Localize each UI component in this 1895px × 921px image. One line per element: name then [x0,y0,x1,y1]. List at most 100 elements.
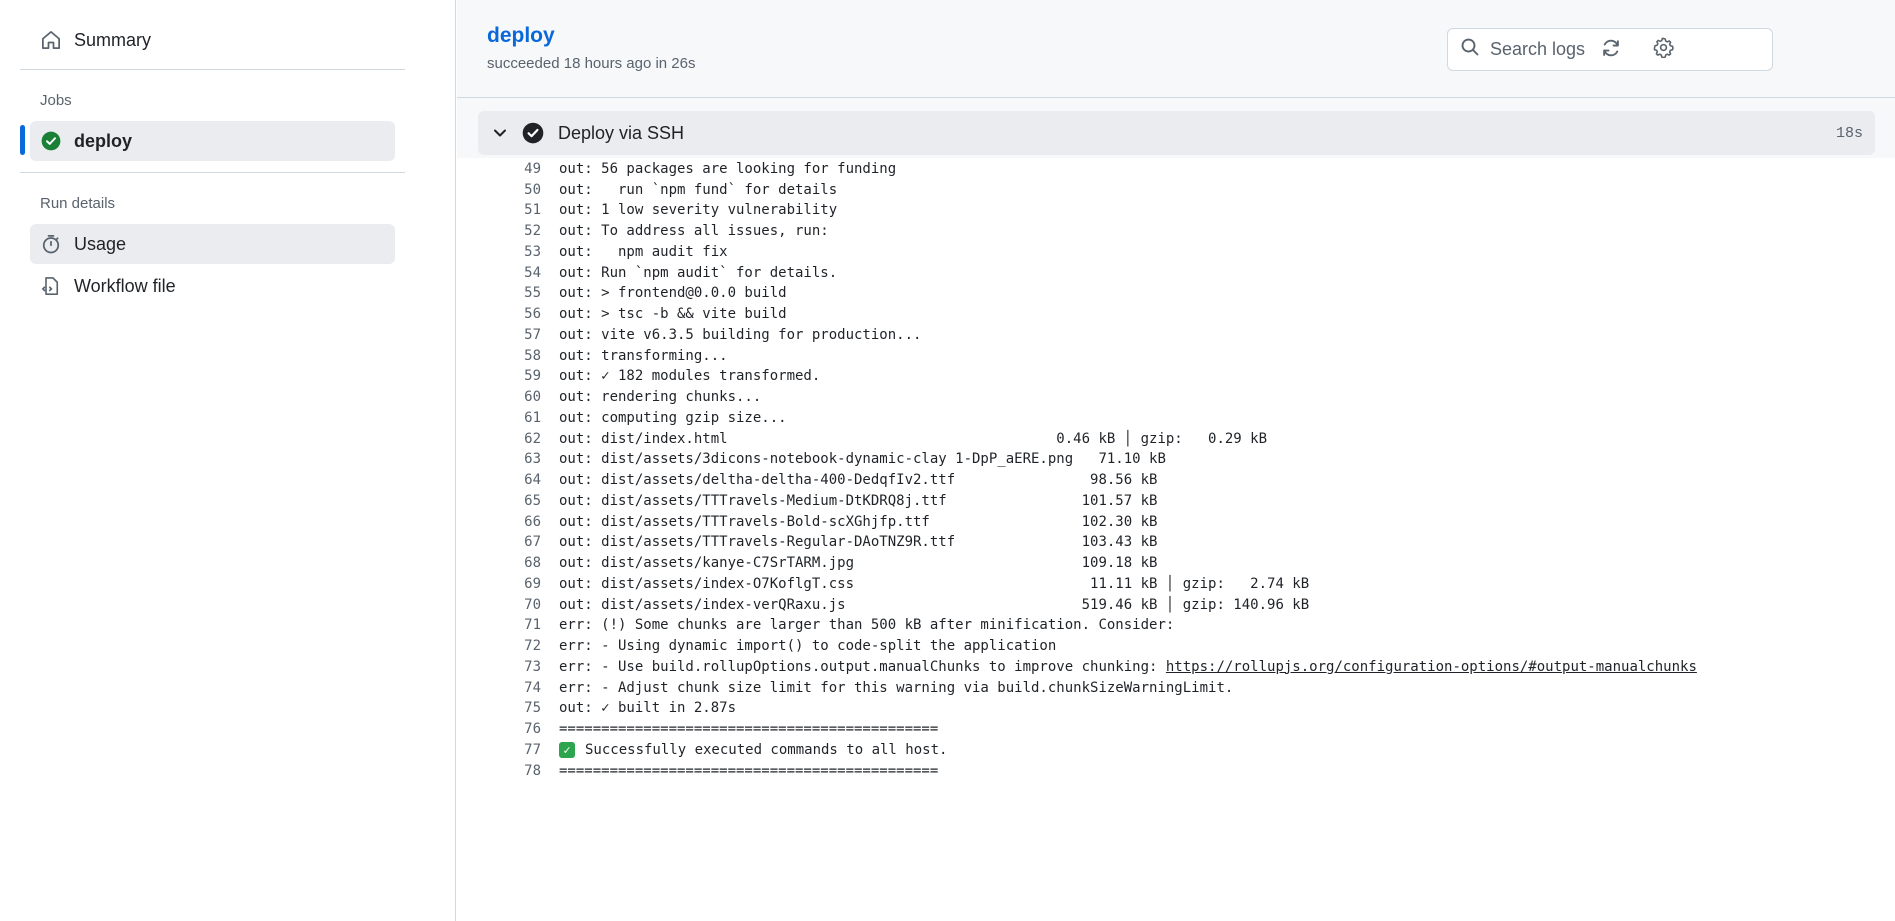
log-text: err: - Use build.rollupOptions.output.ma… [559,659,1697,675]
line-number[interactable]: 57 [457,327,541,343]
check-mark-icon: ✓ [559,741,575,758]
log-text: out: dist/assets/TTTravels-Medium-DtKDRQ… [559,493,1157,509]
sidebar-item-label: Usage [74,233,127,254]
line-number[interactable]: 62 [457,431,541,447]
sidebar: Summary Jobs deploy Run details Usage Wo… [0,0,456,921]
file-code-icon [40,275,62,297]
log-text-content: out: 56 packages are looking for funding [559,160,897,177]
log-text: out: dist/assets/kanye-C7SrTARM.jpg 109.… [559,555,1157,571]
step-header[interactable]: Deploy via SSH 18s [478,111,1875,155]
line-number[interactable]: 60 [457,389,541,405]
sidebar-item-label: deploy [74,130,133,151]
log-text-content: out: > tsc -b && vite build [559,306,787,322]
log-text: out: run `npm fund` for details [559,182,837,198]
line-number[interactable]: 54 [457,265,541,281]
log-text-content: out: dist/assets/TTTravels-Medium-DtKDRQ… [559,492,1158,509]
sidebar-item-deploy[interactable]: deploy [30,121,395,161]
line-number[interactable]: 75 [457,700,541,716]
settings-button[interactable] [1648,35,1678,65]
line-number[interactable]: 67 [457,534,541,550]
log-text: ========================================… [559,763,938,779]
log-text: out: dist/assets/index-O7KoflgT.css 11.1… [559,576,1309,592]
sidebar-item-label: Workflow file [74,275,176,296]
sidebar-item-label: Summary [74,29,152,50]
home-icon [40,29,62,51]
divider [20,172,405,173]
line-number[interactable]: 65 [457,493,541,509]
log-text-content: out: dist/assets/deltha-deltha-400-Dedqf… [559,472,1158,488]
step-duration: 18s [1835,124,1863,142]
log-text: out: npm audit fix [559,244,728,260]
log-text-content: out: run `npm fund` for details [559,181,838,198]
line-number[interactable]: 55 [457,285,541,301]
line-number[interactable]: 76 [457,721,541,737]
line-number[interactable]: 56 [457,306,541,322]
sidebar-item-usage[interactable]: Usage [30,224,395,264]
log-text: out: 1 low severity vulnerability [559,202,837,218]
line-number[interactable]: 72 [457,638,541,654]
line-number[interactable]: 49 [457,161,541,177]
log-text-content: err: - Using dynamic import() to code-sp… [559,638,1057,654]
line-number[interactable]: 73 [457,659,541,675]
log-text-content: out: To address all issues, run: [559,223,829,239]
log-text-content: out: dist/assets/index-verQRaxu.js 519.4… [559,596,1310,613]
log-text: out: dist/assets/3dicons-notebook-dynami… [559,451,1166,467]
log-text: out: vite v6.3.5 building for production… [559,327,921,343]
log-text-content: ========================================… [559,721,939,737]
line-number[interactable]: 61 [457,410,541,426]
line-number[interactable]: 52 [457,223,541,239]
log-text-content: out: rendering chunks... [559,389,762,405]
line-number[interactable]: 68 [457,555,541,571]
log-text: err: - Adjust chunk size limit for this … [559,680,1233,696]
sidebar-item-workflow-file[interactable]: Workflow file [30,266,395,306]
line-number[interactable]: 58 [457,348,541,364]
log-text: out: To address all issues, run: [559,223,829,239]
line-number[interactable]: 64 [457,472,541,488]
check-circle-icon [40,130,62,152]
log-text-content: out: dist/index.html 0.46 kB │ gzip: 0.2… [559,430,1268,447]
log-text: out: computing gzip size... [559,410,787,426]
log-text-content: out: dist/assets/TTTravels-Bold-scXGhjfp… [559,513,1158,530]
line-number[interactable]: 77 [457,742,541,758]
main-panel: deploy succeeded 18 hours ago in 26s Dep… [457,0,1895,921]
stopwatch-icon [40,233,62,255]
line-number[interactable]: 78 [457,763,541,779]
log-text: err: (!) Some chunks are larger than 500… [559,617,1174,633]
line-number[interactable]: 50 [457,182,541,198]
divider [20,69,405,70]
log-text-content: out: computing gzip size... [559,409,787,426]
run-details-heading: Run details [40,195,116,212]
sidebar-item-summary[interactable]: Summary [30,20,395,60]
log-text: out: > frontend@0.0.0 build [559,285,787,301]
line-number[interactable]: 59 [457,368,541,384]
chevron-down-icon[interactable] [490,123,510,148]
line-number[interactable]: 53 [457,244,541,260]
line-number[interactable]: 51 [457,202,541,218]
log-text-content: out: > frontend@0.0.0 build [559,285,787,302]
line-number[interactable]: 71 [457,617,541,633]
line-number[interactable]: 70 [457,597,541,613]
line-number[interactable]: 66 [457,514,541,530]
refresh-button[interactable] [1596,35,1626,65]
log-text: out: > tsc -b && vite build [559,306,787,322]
log-text: out: dist/assets/TTTravels-Bold-scXGhjfp… [559,514,1157,530]
log-text: out: dist/assets/TTTravels-Regular-DAoTN… [559,534,1157,550]
refresh-icon [1601,38,1621,63]
job-title[interactable]: deploy [487,24,555,48]
line-number[interactable]: 74 [457,680,541,696]
log-line: 78 ======================================… [457,758,1895,784]
line-number[interactable]: 63 [457,451,541,467]
log-link[interactable]: https://rollupjs.org/configuration-optio… [1166,659,1697,675]
log-text-content: out: dist/assets/TTTravels-Regular-DAoTN… [559,534,1158,551]
log-text-content: out: dist/assets/kanye-C7SrTARM.jpg 109.… [559,555,1158,571]
log-text-content: out: vite v6.3.5 building for production… [559,326,922,343]
step-name: Deploy via SSH [558,122,685,143]
line-number[interactable]: 69 [457,576,541,592]
log-text: out: dist/index.html 0.46 kB │ gzip: 0.2… [559,431,1267,447]
log-text: out: Run `npm audit` for details. [559,265,837,281]
log-text-content: out: dist/assets/index-O7KoflgT.css 11.1… [559,575,1310,592]
log-text: ========================================… [559,721,938,737]
log-text: out: transforming... [559,348,728,364]
log-text: out: ✓ built in 2.87s [559,700,736,716]
active-indicator [20,125,25,155]
